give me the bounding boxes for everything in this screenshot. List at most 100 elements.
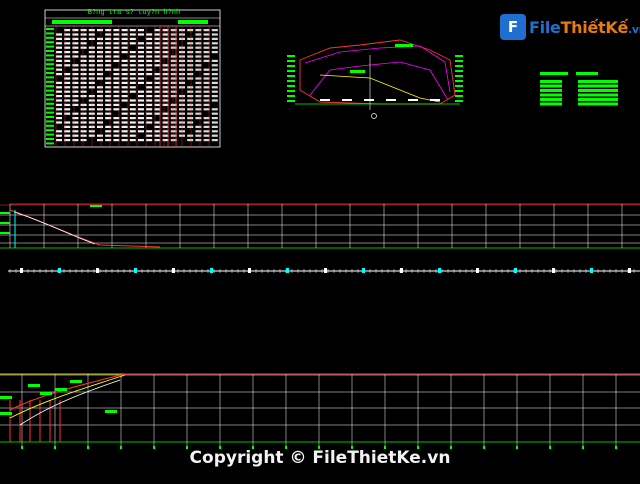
table-cell: [56, 134, 62, 137]
table-cell: [129, 117, 136, 120]
table-cell: [113, 130, 120, 133]
table-cell: [154, 46, 161, 49]
table-cell: [154, 55, 161, 58]
table-cell: [138, 130, 144, 133]
table-cell: [56, 37, 62, 40]
table-cell: [154, 103, 161, 106]
table-cell: [187, 125, 194, 128]
table-cell: [56, 81, 62, 84]
table-cell: [121, 68, 128, 71]
table-cell: [195, 117, 202, 120]
table-cell: [138, 73, 144, 76]
table-cell: [56, 112, 62, 115]
table-cell: [187, 121, 194, 124]
table-cell: [97, 29, 103, 32]
table-cell: [154, 130, 161, 133]
table-cell: [121, 90, 128, 93]
table-cell: [146, 42, 153, 45]
table-cell: [97, 86, 103, 89]
table-cell: [105, 117, 112, 120]
table-cell: [80, 125, 87, 128]
table-cell: [146, 46, 153, 49]
table-row-label: [46, 102, 54, 105]
table-cell: [121, 121, 128, 124]
table-cell: [203, 68, 210, 71]
table-cell: [154, 134, 161, 137]
table-cell: [187, 46, 194, 49]
table-cell: [203, 77, 210, 80]
section-label: [287, 75, 295, 77]
table-cell: [154, 29, 161, 32]
table-cell: [203, 90, 210, 93]
profile-1-label: [0, 222, 10, 224]
station-marker: [96, 268, 99, 273]
section-dim: [320, 99, 330, 101]
table-cell: [97, 37, 103, 40]
legend-item: [578, 102, 618, 106]
table-cell: [80, 46, 87, 49]
table-cell: [195, 108, 202, 111]
section-label: [455, 65, 463, 67]
table-cell: [72, 55, 79, 58]
table-cell: [56, 95, 62, 98]
table-cell: [195, 55, 202, 58]
cad-drawing-canvas[interactable]: [0, 0, 640, 484]
table-cell: [72, 125, 79, 128]
table-cell: [80, 42, 87, 45]
table-row-label: [46, 76, 54, 79]
table-cell: [129, 64, 136, 67]
table-cell: [80, 103, 87, 106]
table-cell: [113, 42, 120, 45]
table-cell: [138, 108, 144, 111]
table-cell: [105, 37, 112, 40]
table-cell: [203, 134, 210, 137]
legend-item: [578, 89, 618, 92]
table-cell: [187, 55, 194, 58]
table-cell: [195, 130, 202, 133]
table-cell: [80, 139, 87, 142]
table-cell: [211, 125, 218, 128]
table-cell: [187, 37, 194, 40]
logo-text-tld: .vn: [628, 22, 640, 36]
table-cell: [187, 117, 194, 120]
table-cell: [121, 29, 128, 32]
table-cell: [97, 59, 103, 62]
table-cell: [56, 59, 62, 62]
table-title: B?ng tra s? tuy?n h?nh: [87, 9, 181, 17]
table-cell: [97, 99, 103, 102]
table-cell: [121, 73, 128, 76]
table-cell: [72, 29, 79, 32]
section-label: [287, 90, 295, 92]
table-cell: [129, 139, 136, 142]
table-cell: [195, 86, 202, 89]
table-cell: [129, 51, 136, 54]
table-cell: [121, 81, 128, 84]
table-cell: [154, 81, 161, 84]
table-cell: [105, 29, 112, 32]
profile-2-label: [70, 380, 82, 383]
table-cell: [56, 108, 62, 111]
legend-item: [540, 80, 562, 83]
table-cell: [56, 121, 62, 124]
table-cell: [56, 99, 62, 102]
table-cell: [154, 37, 161, 40]
table-cell: [195, 68, 202, 71]
table-cell: [56, 130, 62, 133]
table-cell: [187, 139, 194, 142]
table-cell: [146, 33, 153, 36]
table-cell: [154, 59, 161, 62]
table-cell: [195, 139, 202, 142]
station-marker: [324, 268, 327, 273]
table-cell: [113, 90, 120, 93]
table-cell: [113, 51, 120, 54]
table-cell: [195, 134, 202, 137]
table-cell: [211, 29, 218, 32]
station-marker: [628, 268, 631, 273]
legend-item: [540, 98, 562, 101]
table-cell: [105, 51, 112, 54]
table-cell: [211, 90, 218, 93]
table-cell: [72, 90, 79, 93]
table-cell: [146, 117, 153, 120]
table-cell: [154, 33, 161, 36]
table-cell: [195, 99, 202, 102]
